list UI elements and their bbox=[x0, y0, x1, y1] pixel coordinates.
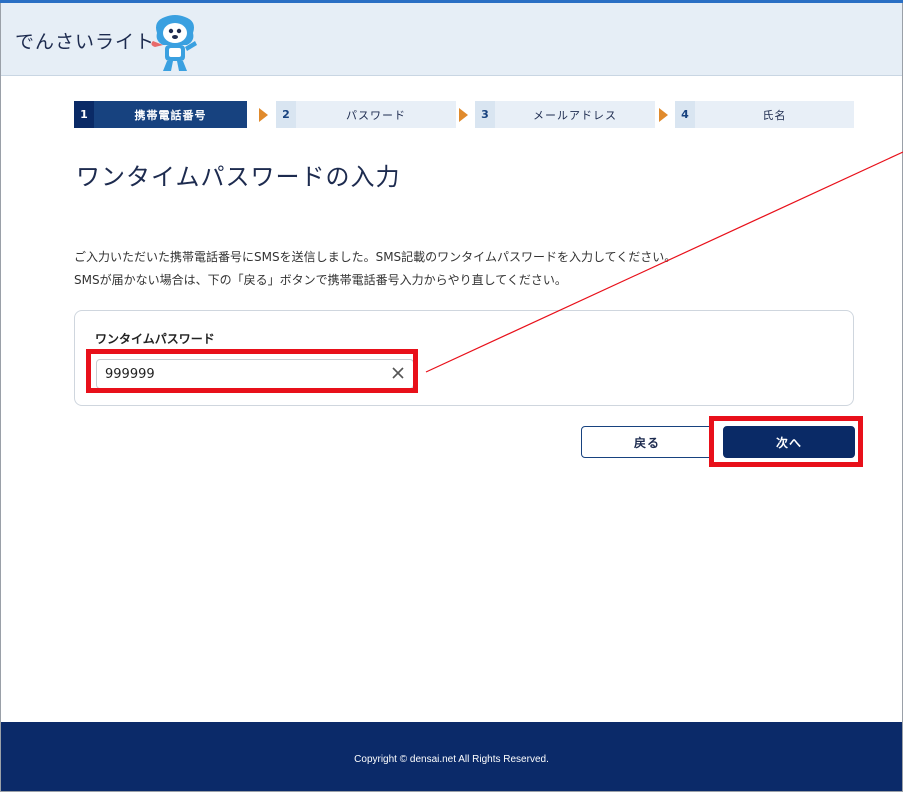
step-4: 4 氏名 bbox=[675, 101, 854, 128]
step-3: 3 メールアドレス bbox=[475, 101, 655, 128]
copyright-text: Copyright © densai.net All Rights Reserv… bbox=[354, 754, 549, 765]
mascot-icon bbox=[151, 15, 197, 71]
step-2: 2 パスワード bbox=[276, 101, 456, 128]
step-label: パスワード bbox=[296, 101, 456, 128]
step-label: メールアドレス bbox=[495, 101, 655, 128]
step-arrow-icon bbox=[259, 108, 268, 122]
footer: Copyright © densai.net All Rights Reserv… bbox=[1, 722, 902, 791]
step-number: 3 bbox=[475, 101, 495, 128]
step-1: 1 携帯電話番号 bbox=[74, 101, 247, 128]
page-title: ワンタイムパスワードの入力 bbox=[76, 163, 401, 191]
step-arrow-icon bbox=[459, 108, 468, 122]
otp-field-label: ワンタイムパスワード bbox=[95, 332, 215, 346]
step-arrow-icon bbox=[659, 108, 668, 122]
description-line-1: ご入力いただいた携帯電話番号にSMSを送信しました。SMS記載のワンタイムパスワ… bbox=[74, 250, 677, 264]
otp-input-wrapper bbox=[96, 359, 414, 389]
step-number: 4 bbox=[675, 101, 695, 128]
header: でんさいライト bbox=[1, 3, 902, 76]
step-label: 氏名 bbox=[695, 101, 854, 128]
otp-input[interactable] bbox=[96, 359, 414, 389]
step-number: 1 bbox=[74, 101, 94, 128]
step-label: 携帯電話番号 bbox=[94, 101, 247, 128]
progress-stepper: 1 携帯電話番号 2 パスワード 3 メールアドレス 4 氏名 bbox=[74, 101, 854, 128]
description-line-2: SMSが届かない場合は、下の「戻る」ボタンで携帯電話番号入力からやり直してくださ… bbox=[74, 273, 567, 287]
next-button[interactable]: 次へ bbox=[723, 426, 855, 458]
otp-form-card: ワンタイムパスワード bbox=[74, 310, 854, 406]
back-button[interactable]: 戻る bbox=[581, 426, 713, 458]
close-icon[interactable] bbox=[390, 365, 406, 381]
brand-logo-text[interactable]: でんさいライト bbox=[15, 27, 155, 54]
step-number: 2 bbox=[276, 101, 296, 128]
